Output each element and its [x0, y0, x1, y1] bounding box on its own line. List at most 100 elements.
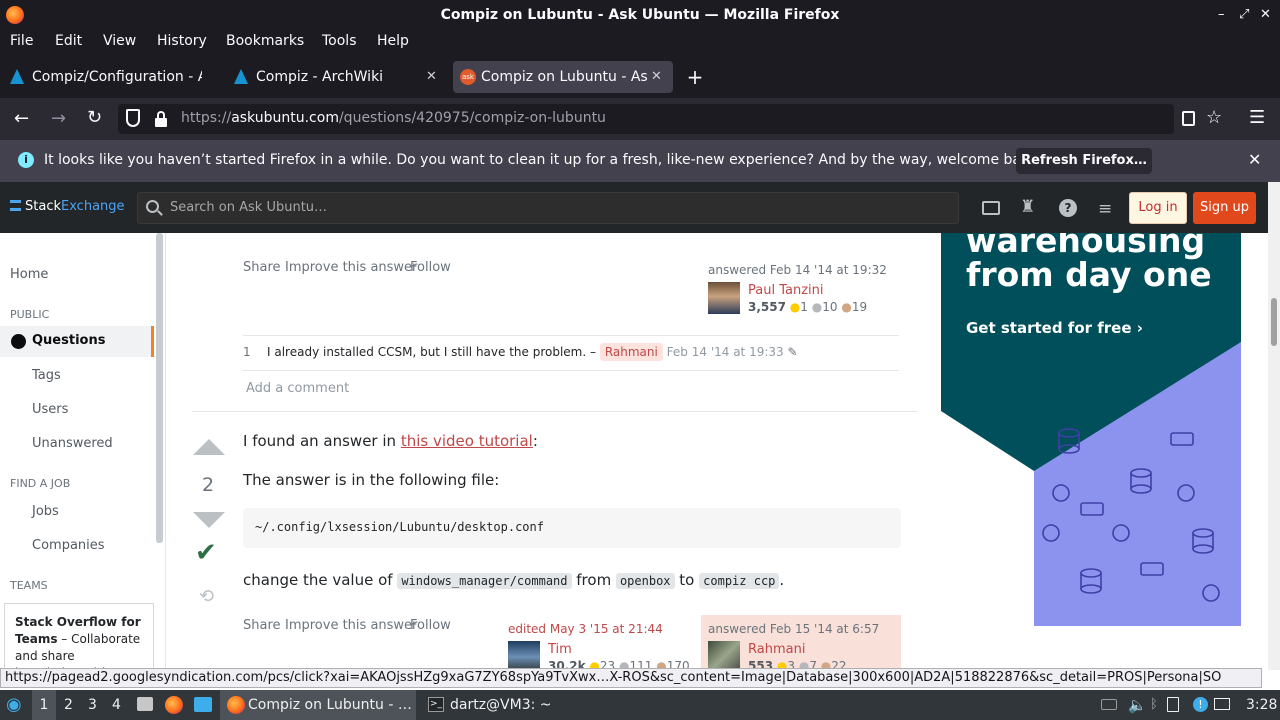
- pencil-icon[interactable]: ✎: [787, 345, 797, 359]
- tab-compiz-archwiki[interactable]: Compiz - ArchWiki ✕: [228, 61, 448, 93]
- answered-timestamp: answered Feb 15 '14 at 6:57: [708, 622, 880, 636]
- scrollbar-thumb[interactable]: [1271, 298, 1277, 346]
- archwiki-icon: [10, 69, 24, 84]
- menu-help[interactable]: Help: [377, 33, 409, 49]
- upvote-button[interactable]: [193, 439, 225, 455]
- site-switcher-icon[interactable]: ≡: [1098, 199, 1112, 219]
- refresh-firefox-button[interactable]: Refresh Firefox…: [1016, 148, 1152, 174]
- forward-icon[interactable]: →: [51, 108, 66, 129]
- menu-edit[interactable]: Edit: [55, 33, 82, 49]
- tab-strip: Compiz/Configuration - A Compiz - ArchWi…: [0, 56, 1280, 98]
- editor-link[interactable]: Tim: [548, 642, 572, 657]
- bookmark-star-icon[interactable]: ☆: [1206, 107, 1222, 128]
- stackexchange-icon: [10, 200, 21, 211]
- tab-compiz-configuration[interactable]: Compiz/Configuration - A: [4, 61, 224, 93]
- inbox-icon[interactable]: [982, 201, 1000, 215]
- nav-heading-public: PUBLIC: [10, 308, 50, 321]
- trophy-icon[interactable]: ♜: [1020, 197, 1035, 217]
- firefox-launcher-icon[interactable]: [165, 696, 183, 714]
- reload-icon[interactable]: ↻: [87, 107, 102, 128]
- advertisement[interactable]: warehousing from day one Get started for…: [941, 233, 1241, 626]
- display-icon[interactable]: [1214, 698, 1230, 710]
- menu-file[interactable]: File: [10, 33, 33, 49]
- clipboard-icon[interactable]: [1167, 697, 1179, 712]
- app-menu-icon[interactable]: ☰: [1249, 107, 1265, 128]
- terminal-icon: >_: [428, 697, 444, 712]
- follow-link[interactable]: Follow: [410, 618, 451, 633]
- bluetooth-icon[interactable]: ᛒ: [1150, 690, 1158, 720]
- shield-icon[interactable]: [126, 109, 140, 127]
- maximize-button[interactable]: ⤢: [1239, 0, 1249, 30]
- nav-users[interactable]: Users: [32, 402, 68, 417]
- close-tab-icon[interactable]: ✕: [426, 61, 437, 93]
- menu-bookmarks[interactable]: Bookmarks: [226, 33, 304, 49]
- desktop-2[interactable]: 2: [64, 690, 73, 720]
- code-block: ~/.config/lxsession/Lubuntu/desktop.conf: [243, 508, 901, 548]
- share-link[interactable]: Share: [243, 618, 281, 633]
- improve-answer-link[interactable]: Improve this answer: [285, 260, 417, 275]
- help-icon[interactable]: ?: [1059, 199, 1077, 217]
- search-input[interactable]: Search on Ask Ubuntu…: [137, 192, 959, 224]
- desktop-1[interactable]: 1: [32, 690, 56, 720]
- start-menu-icon[interactable]: ◉: [6, 690, 26, 720]
- nav-jobs[interactable]: Jobs: [32, 504, 59, 519]
- task-firefox[interactable]: Compiz on Lubuntu - …: [220, 690, 416, 720]
- avatar[interactable]: [708, 641, 740, 670]
- url-bar[interactable]: https://askubuntu.com/questions/420975/c…: [118, 104, 1222, 134]
- task-terminal[interactable]: >_ dartz@VM3: ~: [420, 690, 620, 720]
- teams-promo[interactable]: Stack Overflow for Teams – Collaborate a…: [4, 603, 154, 673]
- history-icon[interactable]: ⟲: [199, 586, 214, 607]
- avatar[interactable]: [508, 641, 540, 670]
- nav-companies[interactable]: Companies: [32, 538, 105, 553]
- edited-timestamp[interactable]: edited May 3 '15 at 21:44: [508, 622, 663, 636]
- globe-icon: [11, 334, 26, 349]
- nav-home[interactable]: Home: [10, 267, 48, 282]
- askubuntu-icon: ask: [460, 69, 476, 85]
- search-placeholder: Search on Ask Ubuntu…: [170, 200, 328, 215]
- ad-cta-link[interactable]: Get started for free ›: [966, 319, 1143, 337]
- nav-unanswered[interactable]: Unanswered: [32, 436, 113, 451]
- close-window-button[interactable]: ✕: [1260, 0, 1271, 30]
- refresh-notification-bar: i It looks like you haven’t started Fire…: [0, 140, 1280, 182]
- menu-view[interactable]: View: [103, 33, 136, 49]
- user-link[interactable]: Paul Tanzini: [748, 283, 824, 298]
- nav-heading-teams: TEAMS: [10, 579, 48, 592]
- menu-tools[interactable]: Tools: [322, 33, 357, 49]
- nav-questions[interactable]: Questions: [0, 326, 154, 357]
- login-button[interactable]: Log in: [1129, 192, 1187, 224]
- stackexchange-logo[interactable]: StackExchange: [10, 199, 125, 214]
- avatar[interactable]: [708, 282, 740, 314]
- answer-paragraph: I found an answer in this video tutorial…: [243, 432, 538, 450]
- signup-button[interactable]: Sign up: [1193, 192, 1256, 224]
- notifications-icon[interactable]: !: [1193, 697, 1208, 712]
- add-comment-link[interactable]: Add a comment: [246, 381, 349, 396]
- nav-tags[interactable]: Tags: [32, 368, 61, 383]
- close-tab-icon[interactable]: ✕: [651, 61, 662, 93]
- desktop-3[interactable]: 3: [88, 690, 97, 720]
- desktop-icon[interactable]: [194, 697, 212, 712]
- back-icon[interactable]: ←: [14, 108, 29, 129]
- share-link[interactable]: Share: [243, 260, 281, 275]
- comment-user[interactable]: Rahmani: [599, 343, 663, 361]
- menu-history[interactable]: History: [157, 33, 207, 49]
- tab-compiz-on-lubuntu[interactable]: ask Compiz on Lubuntu - Ask ✕: [453, 61, 673, 93]
- reader-view-icon[interactable]: [1182, 111, 1195, 126]
- desktop-4[interactable]: 4: [112, 690, 121, 720]
- new-tab-button[interactable]: +: [684, 61, 706, 93]
- keyboard-icon[interactable]: [1101, 699, 1117, 710]
- close-notification-icon[interactable]: ✕: [1248, 150, 1261, 169]
- page-scrollbar[interactable]: [1268, 182, 1280, 670]
- downvote-button[interactable]: [193, 512, 225, 528]
- video-tutorial-link[interactable]: this video tutorial: [401, 432, 533, 450]
- lock-icon[interactable]: [155, 111, 167, 127]
- taskbar: ◉ 1 2 3 4 Compiz on Lubuntu - … >_ dartz…: [0, 690, 1280, 720]
- minimize-button[interactable]: –: [1218, 0, 1225, 30]
- volume-icon[interactable]: 🔈: [1128, 690, 1147, 720]
- answer-paragraph: The answer is in the following file:: [243, 471, 500, 489]
- improve-answer-link[interactable]: Improve this answer: [285, 618, 417, 633]
- comment-text: I already installed CCSM, but I still ha…: [267, 343, 798, 361]
- url-text: https://askubuntu.com/questions/420975/c…: [181, 110, 606, 126]
- follow-link[interactable]: Follow: [410, 260, 451, 275]
- file-manager-icon[interactable]: [137, 697, 153, 711]
- user-link[interactable]: Rahmani: [748, 642, 805, 657]
